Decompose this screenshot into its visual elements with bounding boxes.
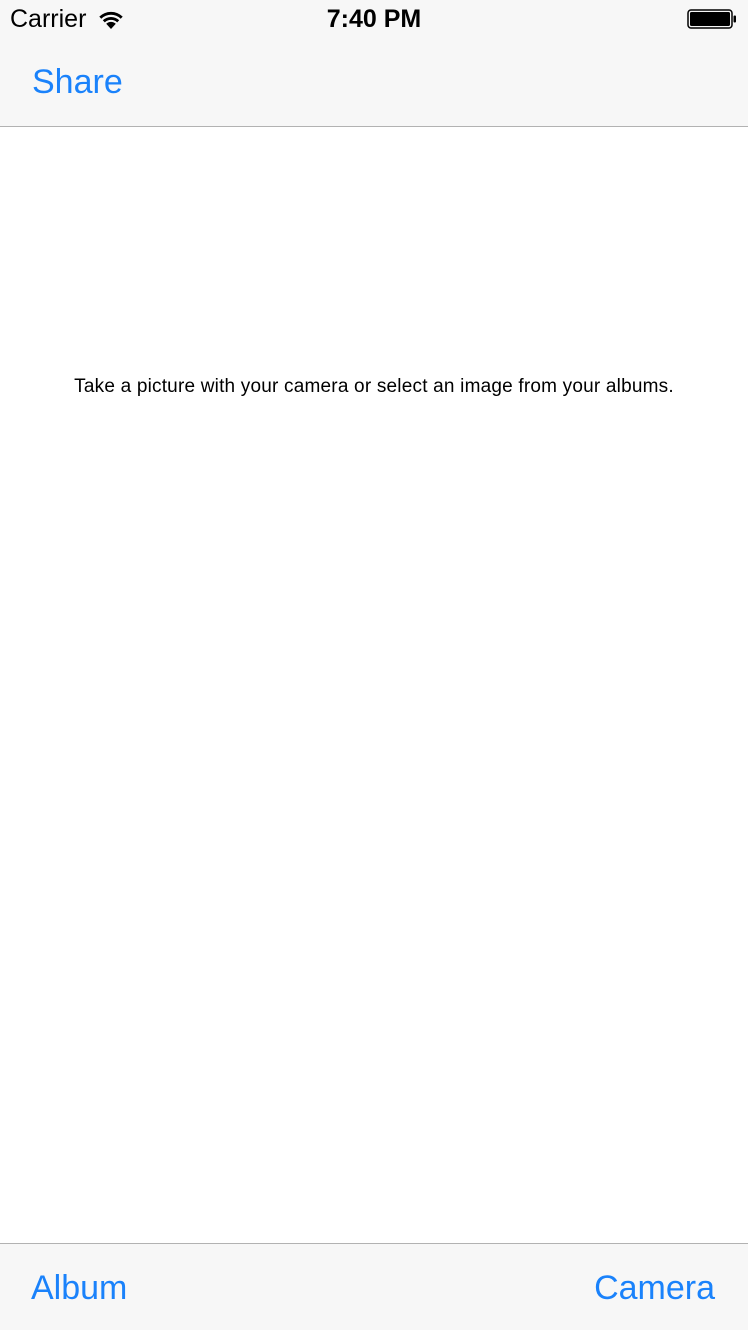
bottom-toolbar: Album Camera — [0, 1243, 748, 1330]
navigation-bar: Share — [0, 38, 748, 127]
status-time: 7:40 PM — [326, 5, 422, 33]
instruction-text: Take a picture with your camera or selec… — [74, 376, 674, 397]
status-bar: Carrier 7:40 PM — [0, 0, 748, 38]
share-button[interactable]: Share — [32, 62, 123, 102]
battery-icon — [687, 9, 737, 29]
content-area: Take a picture with your camera or selec… — [0, 127, 748, 1243]
camera-button[interactable]: Camera — [594, 1268, 715, 1308]
album-button[interactable]: Album — [31, 1268, 127, 1308]
screen: Carrier 7:40 PM Share Take a picture wit… — [0, 0, 748, 1330]
